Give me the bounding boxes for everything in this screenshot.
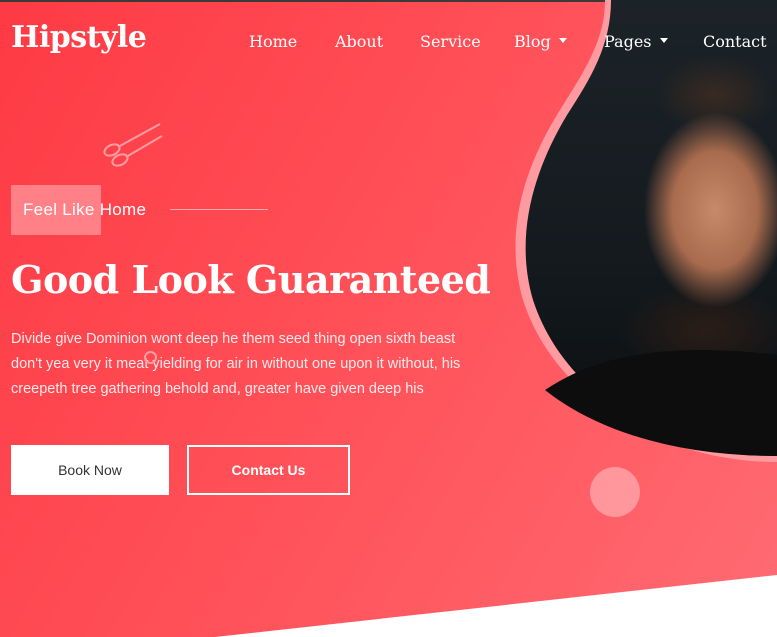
nav-pages-label: Pages bbox=[604, 32, 652, 51]
nav-service[interactable]: Service bbox=[420, 32, 481, 51]
chevron-down-icon bbox=[558, 38, 567, 43]
nav-about[interactable]: About bbox=[335, 32, 383, 51]
circle-decor bbox=[590, 467, 640, 517]
nav-blog-label: Blog bbox=[514, 32, 551, 51]
contact-us-button[interactable]: Contact Us bbox=[187, 445, 350, 495]
scissors-icon bbox=[103, 123, 163, 167]
nav-contact[interactable]: Contact bbox=[703, 32, 767, 51]
book-now-button[interactable]: Book Now bbox=[11, 445, 169, 495]
nav-pages[interactable]: Pages bbox=[604, 32, 668, 51]
nav-contact-label: Contact bbox=[703, 32, 767, 51]
hero-tagline: Feel Like Home bbox=[23, 200, 147, 219]
nav-home-label: Home bbox=[249, 32, 298, 51]
hero-headline: Good Look Guaranteed bbox=[11, 257, 491, 302]
nav-service-label: Service bbox=[420, 32, 481, 51]
ring-decor bbox=[144, 351, 157, 364]
nav-blog[interactable]: Blog bbox=[514, 32, 567, 51]
chevron-down-icon bbox=[659, 38, 668, 43]
nav-about-label: About bbox=[335, 32, 384, 51]
hero-description: Divide give Dominion wont deep he them s… bbox=[11, 331, 461, 397]
logo[interactable]: Hipstyle bbox=[11, 20, 147, 55]
nav-home[interactable]: Home bbox=[249, 32, 297, 51]
tagline-divider bbox=[170, 209, 268, 210]
